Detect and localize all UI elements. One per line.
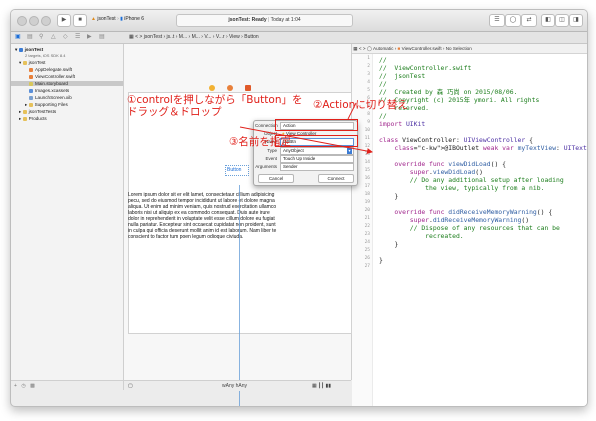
drag-arrow	[239, 126, 373, 155]
step2-pointer	[347, 102, 357, 120]
annotation-arrows	[239, 102, 373, 155]
